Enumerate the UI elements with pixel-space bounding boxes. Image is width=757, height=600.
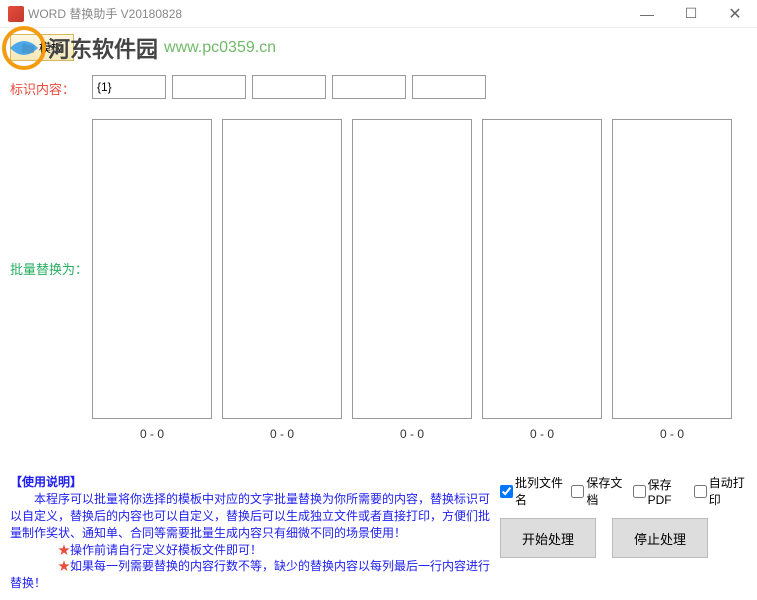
- footer-row: 【使用说明】 本程序可以批量将你选择的模板中对应的文字批量替换为你所需要的内容，…: [10, 474, 747, 592]
- replace-col-3: 0 - 0: [352, 119, 472, 441]
- check-autoprint-label: 自动打印: [709, 474, 747, 508]
- footer: 【使用说明】 本程序可以批量将你选择的模板中对应的文字批量替换为你所需要的内容，…: [0, 474, 757, 592]
- identify-label: 标识内容：: [10, 75, 92, 98]
- replace-textarea-1[interactable]: [92, 119, 212, 419]
- template-button-label: 模板: [39, 39, 63, 56]
- check-savepdf-box[interactable]: [633, 485, 646, 498]
- star-icon-1: ★: [58, 543, 70, 557]
- folder-icon: [21, 41, 35, 55]
- checkbox-row: 批列文件名 保存文档 保存PDF 自动打印: [500, 474, 747, 508]
- check-autoprint[interactable]: 自动打印: [694, 474, 747, 508]
- identify-row: 标识内容：: [10, 75, 747, 99]
- counter-1: 0 - 0: [140, 427, 164, 441]
- instructions-title: 【使用说明】: [10, 475, 82, 489]
- counter-2: 0 - 0: [270, 427, 294, 441]
- instructions-line1: 本程序可以批量将你选择的模板中对应的文字批量替换为你所需要的内容，替换标识可以自…: [10, 492, 490, 540]
- replace-textarea-4[interactable]: [482, 119, 602, 419]
- check-filename[interactable]: 批列文件名: [500, 474, 563, 508]
- instructions-line3: 如果每一列需要替换的内容行数不等，缺少的替换内容以每列最后一行内容进行替换！: [10, 559, 490, 590]
- stop-button[interactable]: 停止处理: [612, 518, 708, 558]
- replace-label: 批量替换为：: [10, 119, 92, 278]
- minimize-button[interactable]: —: [625, 0, 669, 28]
- identify-input-5[interactable]: [412, 75, 486, 99]
- close-button[interactable]: ✕: [713, 0, 757, 28]
- replace-col-4: 0 - 0: [482, 119, 602, 441]
- replace-col-1: 0 - 0: [92, 119, 212, 441]
- identify-input-3[interactable]: [252, 75, 326, 99]
- check-savedoc[interactable]: 保存文档: [571, 474, 624, 508]
- start-button[interactable]: 开始处理: [500, 518, 596, 558]
- titlebar: WORD 替换助手 V20180828 — ☐ ✕: [0, 0, 757, 28]
- instructions: 【使用说明】 本程序可以批量将你选择的模板中对应的文字批量替换为你所需要的内容，…: [10, 474, 500, 592]
- controls-panel: 批列文件名 保存文档 保存PDF 自动打印 开始处理 停止处理: [500, 474, 747, 558]
- check-filename-box[interactable]: [500, 485, 513, 498]
- replace-col-5: 0 - 0: [612, 119, 732, 441]
- identify-inputs: [92, 75, 747, 99]
- toolbar: 模板: [0, 28, 757, 67]
- replace-columns: 0 - 0 0 - 0 0 - 0 0 - 0 0 - 0: [92, 119, 747, 441]
- star-icon-2: ★: [58, 559, 70, 573]
- check-autoprint-box[interactable]: [694, 485, 707, 498]
- check-savedoc-box[interactable]: [571, 485, 584, 498]
- check-savedoc-label: 保存文档: [586, 474, 624, 508]
- action-buttons: 开始处理 停止处理: [500, 518, 747, 558]
- identify-input-1[interactable]: [92, 75, 166, 99]
- titlebar-left: WORD 替换助手 V20180828: [8, 5, 182, 22]
- check-filename-label: 批列文件名: [515, 474, 563, 508]
- replace-textarea-5[interactable]: [612, 119, 732, 419]
- check-savepdf-label: 保存PDF: [648, 476, 686, 507]
- counter-5: 0 - 0: [660, 427, 684, 441]
- check-savepdf[interactable]: 保存PDF: [633, 474, 686, 508]
- counter-3: 0 - 0: [400, 427, 424, 441]
- window-title: WORD 替换助手 V20180828: [28, 5, 182, 22]
- content-area: 标识内容： 批量替换为： 0 - 0 0 - 0 0 - 0: [0, 75, 757, 441]
- replace-textarea-3[interactable]: [352, 119, 472, 419]
- window-controls: — ☐ ✕: [625, 0, 757, 28]
- instructions-line2: 操作前请自行定义好模板文件即可！: [70, 543, 262, 557]
- replace-col-2: 0 - 0: [222, 119, 342, 441]
- replace-row: 批量替换为： 0 - 0 0 - 0 0 - 0 0 - 0 0 - 0: [10, 119, 747, 441]
- select-template-button[interactable]: 模板: [10, 34, 74, 61]
- identify-input-2[interactable]: [172, 75, 246, 99]
- identify-input-4[interactable]: [332, 75, 406, 99]
- counter-4: 0 - 0: [530, 427, 554, 441]
- app-icon: [8, 6, 24, 22]
- maximize-button[interactable]: ☐: [669, 0, 713, 28]
- replace-textarea-2[interactable]: [222, 119, 342, 419]
